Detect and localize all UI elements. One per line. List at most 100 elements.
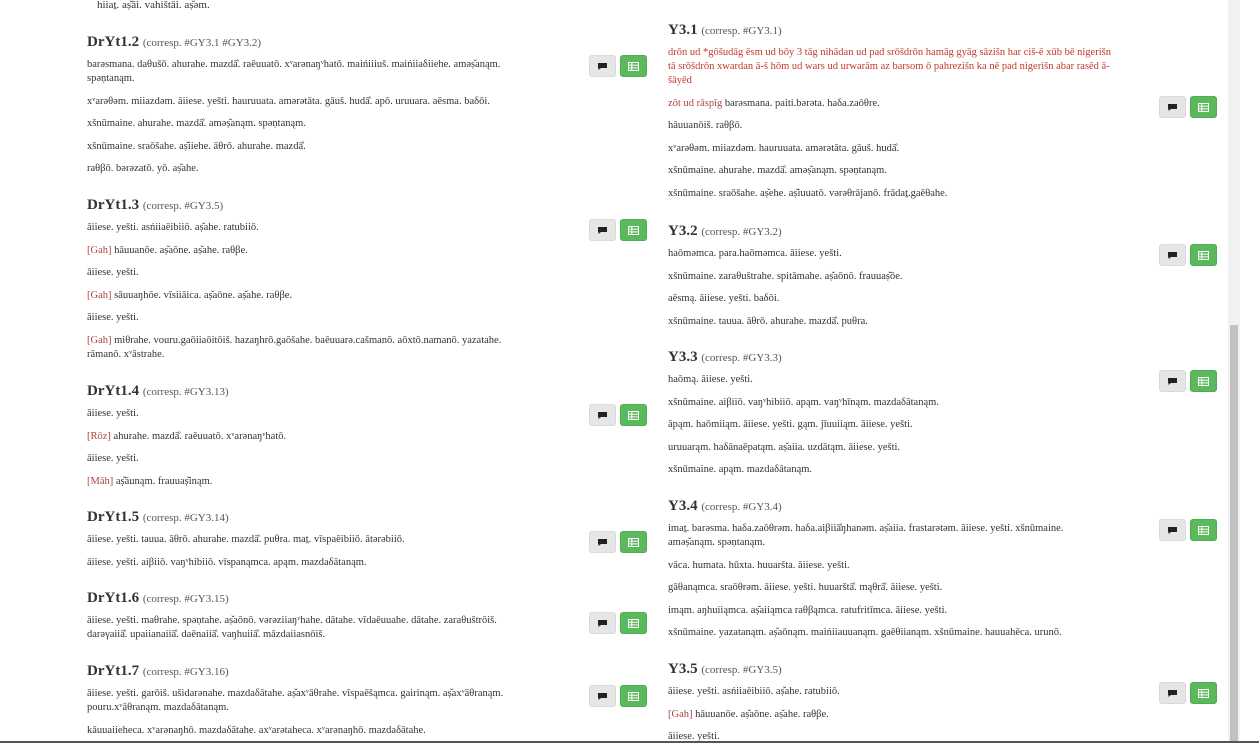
text-line: āiiese. yešti. (87, 266, 527, 280)
vertical-scrollbar[interactable] (1228, 0, 1240, 743)
text-line: āpąm. haōmiiąm. āiiese. yešti. gąm. jīuu… (668, 418, 1108, 432)
comment-button[interactable] (589, 55, 616, 77)
section-title: Y3.2 (corresp. #GY3.2) (668, 222, 1108, 241)
section-y3-1: Y3.1 (corresp. #GY3.1) drōn ud *gōšudāg ē… (668, 21, 1113, 209)
line-text: ahurahe. mazdā̊. raēuuatō. xᵛarənaŋᵛhatō… (113, 430, 287, 442)
table-button[interactable] (1190, 96, 1217, 118)
section-actions (589, 612, 647, 634)
text-line: āiiese. yešti. asńiiaēibiiō. aṣ̌ahe. rat… (87, 221, 527, 235)
section-corresp: (corresp. #GY3.3) (701, 352, 782, 364)
section-dryt1-7: DrYt1.7 (corresp. #GY3.16) āiiese. yešti.… (87, 662, 527, 746)
text-line: xšnūmaine. apąm. mazdaδātanąm. (668, 463, 1108, 477)
table-button[interactable] (620, 685, 647, 707)
section-id: DrYt1.3 (87, 197, 140, 213)
table-icon (628, 225, 639, 235)
section-corresp: (corresp. #GY3.15) (142, 593, 229, 605)
text-line: xšnūmaine. ahurahe. mazdā̊. aməṣ̌anąm. s… (668, 164, 1108, 178)
section-actions (589, 404, 647, 426)
section-id: Y3.3 (668, 349, 698, 365)
comment-icon (1167, 377, 1178, 386)
section-actions (589, 219, 647, 241)
comment-button[interactable] (1159, 244, 1186, 266)
table-button[interactable] (620, 612, 647, 634)
text-line: [Rōz] ahurahe. mazdā̊. raēuuatō. xᵛarəna… (87, 430, 527, 444)
comment-button[interactable] (589, 612, 616, 634)
comment-button[interactable] (589, 219, 616, 241)
table-icon (1198, 250, 1209, 260)
text-line: [Gah] miθrahe. vouru.gaōiiaōitōiš. hazaŋ… (87, 334, 527, 362)
section-dryt1-3: DrYt1.3 (corresp. #GY3.5) āiiese. yešti. … (87, 196, 527, 370)
comment-icon (597, 538, 608, 547)
section-title: Y3.3 (corresp. #GY3.3) (668, 348, 1108, 367)
line-text: xšnūmaine. sraōšahe. aṣ̌iiehe. āθrō. ahu… (87, 140, 306, 152)
comment-button[interactable] (1159, 96, 1186, 118)
text-line: aēsmą. āiiese. yešti. baδōi. (668, 292, 1108, 306)
line-text: āiiese. yešti. maθrahe. spəṇtahe. aṣ̌aōn… (87, 615, 497, 640)
table-button[interactable] (620, 404, 647, 426)
section-id: DrYt1.4 (87, 383, 140, 399)
comment-icon (597, 226, 608, 235)
line-text: xšnūmaine. tauua. āθrō. ahurahe. mazdā̊.… (668, 315, 868, 327)
section-y3-4: Y3.4 (corresp. #GY3.4) imaṯ. barəsma. haδ… (668, 497, 1108, 649)
line-text: raθβō. bərəzatō. yō. aṣ̌ahe. (87, 163, 199, 174)
line-text: āiiese. yešti. aiβiiō. vaŋᵛhibiiō. vīspa… (87, 556, 367, 568)
section-id: DrYt1.2 (87, 34, 140, 50)
scrollbar-thumb[interactable] (1230, 325, 1238, 743)
line-text: xšnūmaine. zaraθuštrahe. spitāmahe. aṣ̌a… (668, 270, 903, 282)
section-actions (1159, 96, 1217, 118)
comment-button[interactable] (1159, 682, 1186, 704)
section-id: Y3.5 (668, 661, 698, 677)
comment-button[interactable] (589, 531, 616, 553)
table-button[interactable] (1190, 682, 1217, 704)
text-line: drōn ud *gōšudāg ēsm ud bōy 3 tāg nihāda… (668, 46, 1113, 88)
line-text: vāca. humata. hūxta. huuaršta. āiiese. y… (668, 559, 850, 571)
section-title: Y3.1 (corresp. #GY3.1) (668, 21, 1113, 40)
table-button[interactable] (620, 531, 647, 553)
text-line: āiiese. yešti. (87, 407, 527, 421)
section-actions (589, 685, 647, 707)
comment-icon (597, 411, 608, 420)
section-title: DrYt1.3 (corresp. #GY3.5) (87, 196, 527, 215)
section-id: DrYt1.5 (87, 509, 140, 525)
line-tag: [Rōz] (87, 430, 111, 442)
section-corresp: (corresp. #GY3.2) (701, 226, 782, 238)
table-button[interactable] (1190, 244, 1217, 266)
comment-icon (1167, 526, 1178, 535)
table-button[interactable] (1190, 370, 1217, 392)
text-line: āiiese. yešti. (87, 311, 527, 325)
section-y3-2: Y3.2 (corresp. #GY3.2) haōməmca. para.haō… (668, 222, 1108, 337)
text-line: [Gah] hāuuanōe. aṣ̌aōne. aṣ̌ahe. raθβe. (87, 244, 527, 258)
section-id: DrYt1.6 (87, 590, 140, 606)
section-corresp: (corresp. #GY3.14) (142, 512, 229, 524)
text-line: kāuuaiieheca. xᵛarənaŋhō. mazdaδātahe. a… (87, 724, 527, 738)
text-line: āiiese. yešti. garōiš. ušidarənahe. mazd… (87, 687, 527, 715)
section-corresp: (corresp. #GY3.4) (701, 501, 782, 513)
line-text: barəsmana. paiti.bərəta. haδa.zaōθre. (724, 97, 880, 109)
text-line: xšnūmaine. sraōšahe. aṣ̌iiehe. āθrō. ahu… (87, 140, 527, 154)
comment-button[interactable] (1159, 370, 1186, 392)
text-line: haōməmca. para.haōməmca. āiiese. yešti. (668, 247, 1108, 261)
section-corresp: (corresp. #GY3.5) (142, 200, 224, 212)
comment-icon (1167, 689, 1178, 698)
table-button[interactable] (1190, 519, 1217, 541)
section-corresp: (corresp. #GY3.1) (701, 25, 782, 37)
line-text: imąm. aŋhuiiąmca. aṣ̌aiiąmca raθβąmca. r… (668, 604, 948, 616)
text-line: raθβō. bərəzatō. yō. aṣ̌ahe. (87, 162, 527, 176)
line-text: āpąm. haōmiiąm. āiiese. yešti. gąm. jīuu… (668, 419, 913, 430)
section-id: Y3.2 (668, 223, 698, 239)
text-line: [Gah] sāuuaŋhōe. vīsiiāica. aṣ̌aōne. aṣ̌… (87, 289, 527, 303)
table-button[interactable] (620, 55, 647, 77)
line-text: barəsmana. daθušō. ahurahe. mazdā̊. raēu… (87, 59, 501, 84)
comment-button[interactable] (589, 685, 616, 707)
line-text: kāuuaiieheca. xᵛarənaŋhō. mazdaδātahe. a… (87, 724, 426, 736)
line-text: gāθanąmca. sraōθrəm. āiiese. yešti. huua… (668, 582, 943, 593)
line-text: imaṯ. barəsma. haδa.zaōθrəm. haδa.aiβiiā… (668, 523, 1064, 548)
comment-button[interactable] (1159, 519, 1186, 541)
table-button[interactable] (620, 219, 647, 241)
top-line: hiiaṯ. aṣ̌āi. vahištāi. aṣ̌əm. (97, 0, 210, 11)
line-tag: [Māh] (87, 475, 114, 487)
text-line: āiiese. yešti. tauua. āθrō. ahurahe. maz… (87, 533, 527, 547)
table-icon (628, 618, 639, 628)
comment-button[interactable] (589, 404, 616, 426)
line-text: drōn ud *gōšudāg ēsm ud bōy 3 tāg nihāda… (668, 47, 1111, 86)
